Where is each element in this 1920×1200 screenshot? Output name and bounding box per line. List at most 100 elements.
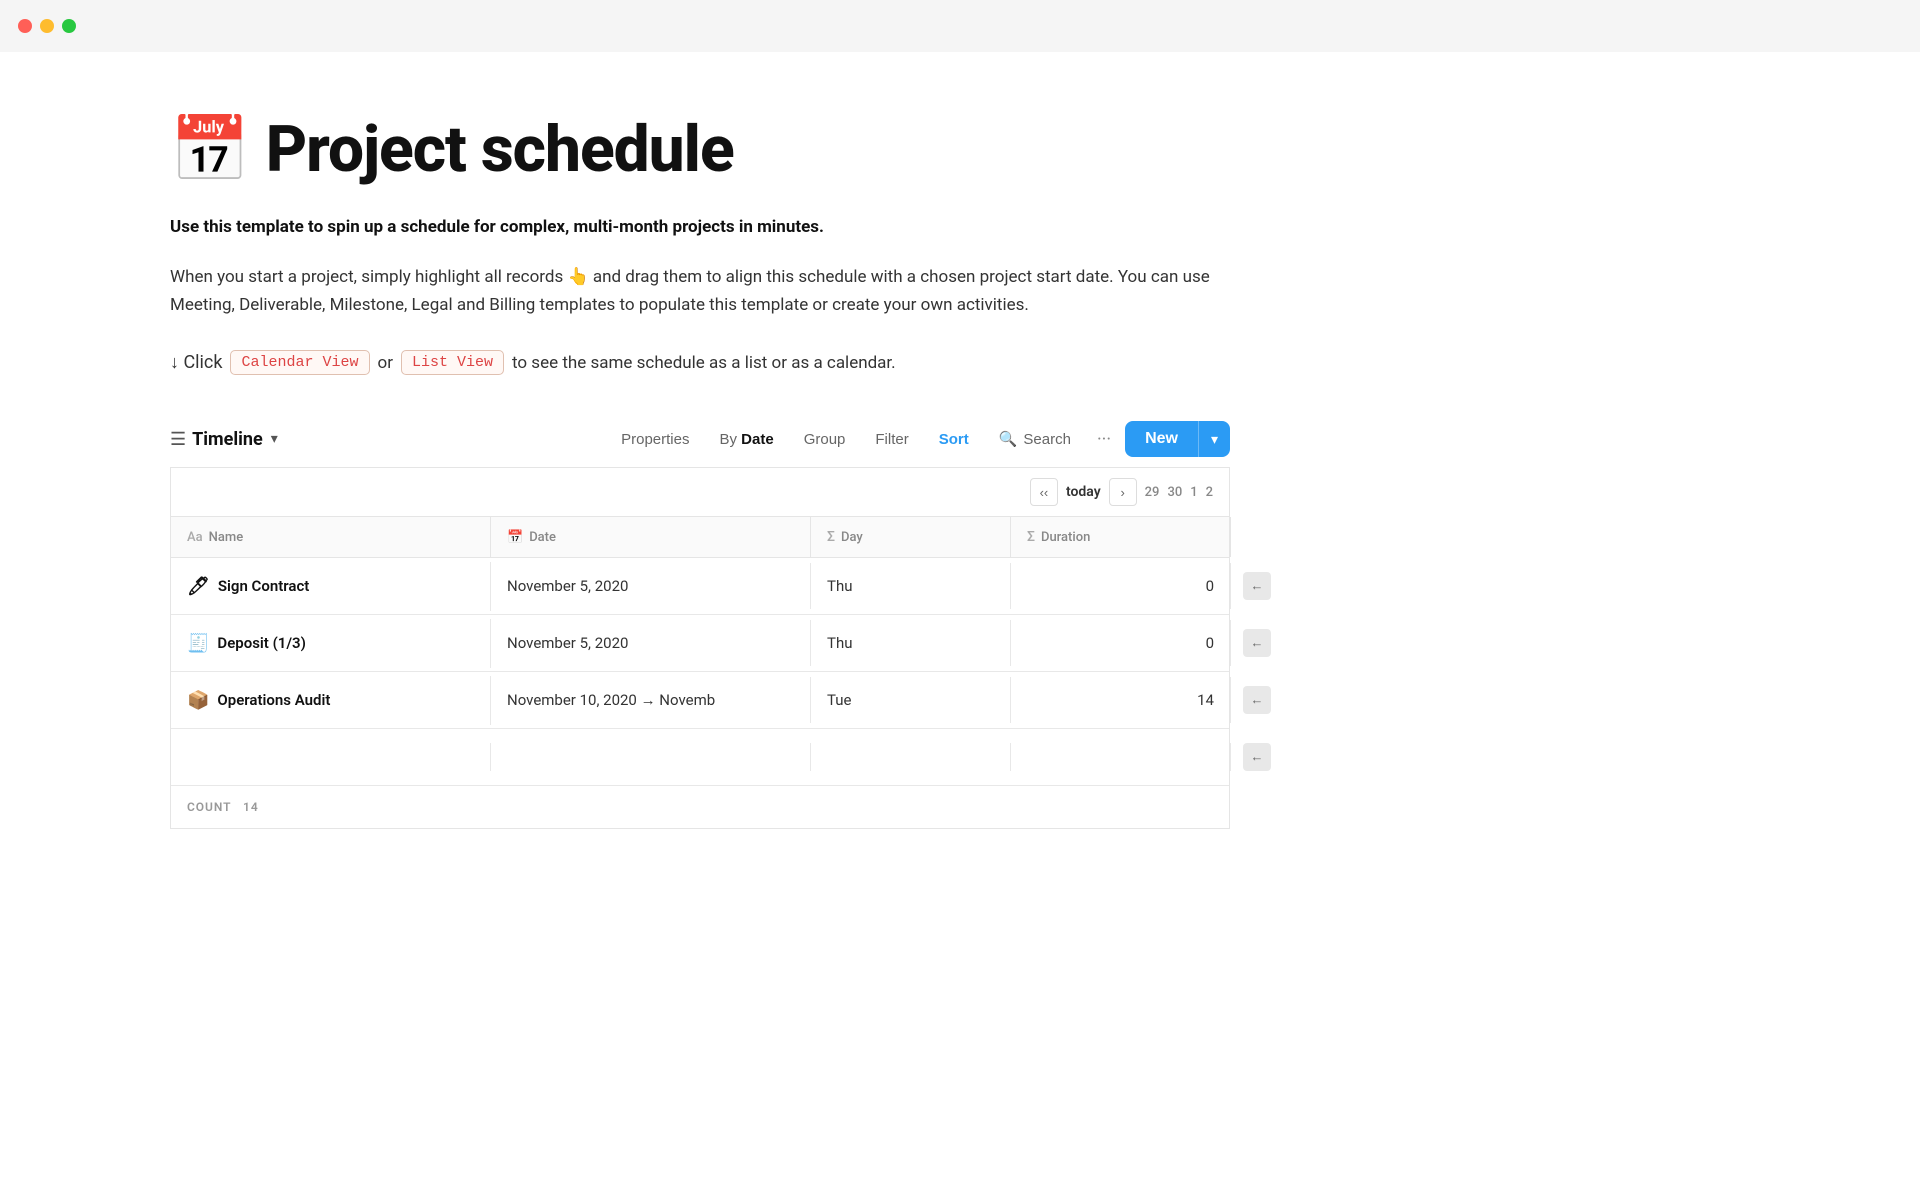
row-2-date: November 5, 2020 [507,634,628,652]
row-4-arrow-cell: ← [1231,729,1287,785]
row-3-date: November 10, 2020 → Novemb [507,691,715,709]
group-button[interactable]: Group [792,425,858,454]
search-label: Search [1023,431,1071,448]
row-1-name: Sign Contract [218,577,309,595]
search-icon: 🔍 [999,430,1018,448]
page-header: 📅 Project schedule [170,112,1230,187]
empty-cell-1 [171,743,491,771]
row-2-date-cell: November 5, 2020 [491,620,811,666]
row-2-duration-cell: 0 [1011,620,1231,666]
instruction-or: or [378,353,393,373]
col-header-date: 📅 Date [491,517,811,557]
empty-cell-3 [811,743,1011,771]
duration-col-sigma-icon: Σ [1027,529,1035,545]
row-2-day: Thu [827,634,852,652]
row-1-day-cell: Thu [811,563,1011,609]
row-1-day: Thu [827,577,852,595]
table-row[interactable]: 🖊 Sign Contract November 5, 2020 Thu 0 ← [171,558,1229,615]
row-2-name: Deposit (1/3) [217,634,305,652]
nav-prev-button[interactable]: ‹‹ [1030,478,1058,506]
page-icon: 📅 [170,118,250,182]
date-2: 2 [1206,485,1213,500]
row-1-duration-cell: 0 [1011,563,1231,609]
sign-contract-icon: 🖊 [187,576,210,597]
date-1: 1 [1190,485,1197,500]
by-date-button[interactable]: By Date [707,425,785,454]
properties-button[interactable]: Properties [609,425,701,454]
row-3-day-cell: Tue [811,677,1011,723]
search-button[interactable]: 🔍 Search [987,424,1083,454]
timeline-chevron-icon[interactable]: ▾ [271,431,278,447]
more-options-button[interactable]: ··· [1089,425,1119,454]
main-content: 📅 Project schedule Use this template to … [0,52,1400,889]
date-col-icon: 📅 [507,530,523,545]
timeline-label: Timeline [192,429,263,450]
name-col-label: Name [209,530,244,545]
row-3-name-cell: 📦 Operations Audit [171,676,491,725]
row-2-nav-arrow[interactable]: ← [1243,629,1271,657]
toolbar-left: ☰ Timeline ▾ [170,429,278,450]
empty-cell-4 [1011,743,1231,771]
count-value: 14 [243,800,259,814]
new-dropdown-button[interactable]: ▾ [1198,421,1230,457]
day-col-label: Day [841,530,863,545]
duration-col-label: Duration [1041,530,1090,545]
name-col-icon: Aa [187,530,203,545]
calendar-view-link[interactable]: Calendar View [230,350,369,375]
date-30: 30 [1167,485,1182,500]
row-2-duration: 0 [1206,634,1214,652]
table-row-empty: ← [171,729,1229,786]
row-1-arrow-cell: ← [1231,558,1287,614]
row-2-day-cell: Thu [811,620,1011,666]
sort-button[interactable]: Sort [927,425,981,454]
toolbar-right: Properties By Date Group Filter Sort 🔍 S… [609,421,1230,457]
row-3-name: Operations Audit [217,691,330,709]
toolbar: ☰ Timeline ▾ Properties By Date Group Fi… [170,411,1230,468]
col-header-duration: Σ Duration [1011,517,1231,557]
description-bold: Use this template to spin up a schedule … [170,215,1230,241]
table-wrapper: ‹‹ today › 29 30 1 2 Aa Name 📅 Date Σ Da… [170,468,1230,829]
deposit-icon: 🧾 [187,633,209,654]
close-button[interactable] [18,19,32,33]
today-label: today [1066,484,1101,500]
date-col-label: Date [529,530,556,545]
new-button-group: New ▾ [1125,421,1230,457]
minimize-button[interactable] [40,19,54,33]
row-1-date: November 5, 2020 [507,577,628,595]
row-3-duration-cell: 14 [1011,677,1231,723]
filter-button[interactable]: Filter [863,425,920,454]
maximize-button[interactable] [62,19,76,33]
page-title: Project schedule [266,112,734,187]
nav-next-button[interactable]: › [1109,478,1137,506]
day-col-sigma-icon: Σ [827,529,835,545]
row-2-name-cell: 🧾 Deposit (1/3) [171,619,491,668]
empty-cell-2 [491,743,811,771]
row-4-nav-arrow[interactable]: ← [1243,743,1271,771]
new-main-button[interactable]: New [1125,421,1198,457]
table-row[interactable]: 📦 Operations Audit November 10, 2020 → N… [171,672,1229,729]
nav-row: ‹‹ today › 29 30 1 2 [171,468,1229,517]
col-header-day: Σ Day [811,517,1011,557]
row-1-nav-arrow[interactable]: ← [1243,572,1271,600]
date-label: Date [741,431,774,448]
table-row[interactable]: 🧾 Deposit (1/3) November 5, 2020 Thu 0 ← [171,615,1229,672]
row-3-date-cell: November 10, 2020 → Novemb [491,677,811,723]
col-header-timeline [1231,517,1263,557]
description-body: When you start a project, simply highlig… [170,263,1220,321]
row-1-name-cell: 🖊 Sign Contract [171,562,491,611]
list-view-link[interactable]: List View [401,350,504,375]
operations-audit-icon: 📦 [187,690,209,711]
date-29: 29 [1145,485,1160,500]
instruction-line: ↓ Click Calendar View or List View to se… [170,350,1230,375]
titlebar [0,0,1920,52]
count-row: COUNT 14 [171,786,1229,828]
row-3-nav-arrow[interactable]: ← [1243,686,1271,714]
row-3-arrow-cell: ← [1231,672,1287,728]
arrow-icon: ↓ Click [170,352,222,373]
row-2-arrow-cell: ← [1231,615,1287,671]
count-label: COUNT [187,800,231,814]
row-1-duration: 0 [1206,577,1214,595]
by-label: By [719,431,737,448]
row-3-day: Tue [827,691,851,709]
column-headers: Aa Name 📅 Date Σ Day Σ Duration [171,517,1229,558]
